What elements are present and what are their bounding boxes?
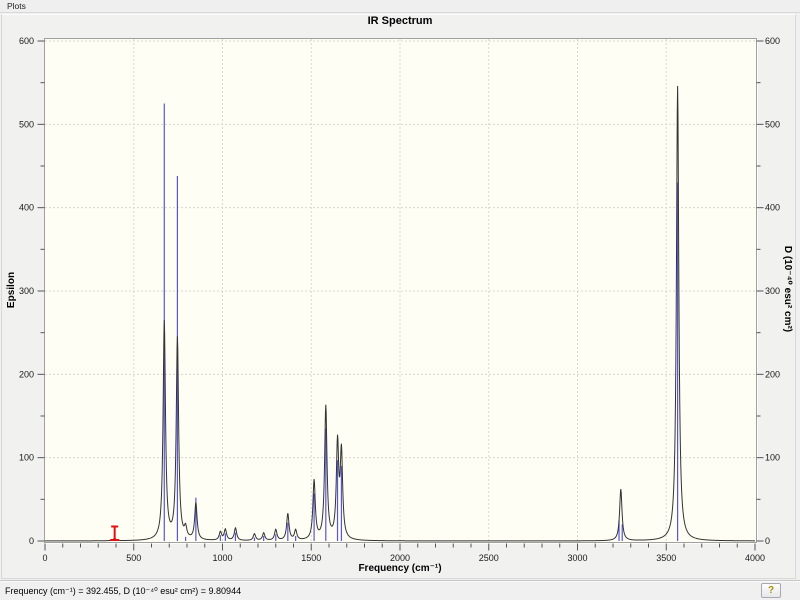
- svg-text:300: 300: [765, 286, 780, 296]
- svg-text:200: 200: [765, 369, 780, 379]
- spectrum-plot[interactable]: 0 500 1000 1500 2000 2500 3000 3500 400001002003…: [0, 0, 800, 600]
- svg-text:3500: 3500: [656, 553, 676, 563]
- svg-text:500: 500: [19, 119, 34, 129]
- x-axis-ticks: 0 500 1000 1500 2000 2500 3000 3500 4000: [42, 543, 765, 563]
- svg-text:3000: 3000: [567, 553, 587, 563]
- x-axis-title: Frequency (cm⁻¹): [358, 563, 442, 574]
- svg-text:100: 100: [765, 453, 780, 463]
- svg-text:600: 600: [19, 36, 34, 46]
- svg-text:2500: 2500: [479, 553, 499, 563]
- svg-text:300: 300: [19, 286, 34, 296]
- svg-text:400: 400: [765, 203, 780, 213]
- svg-text:200: 200: [19, 369, 34, 379]
- y-axis-right-ticks: 0 100 200 300 400 500 600: [756, 36, 780, 546]
- svg-text:100: 100: [19, 453, 34, 463]
- y-axis-left-ticks: 0 100 200 300 400 500 600: [19, 36, 45, 546]
- svg-text:500: 500: [126, 553, 141, 563]
- svg-text:1500: 1500: [301, 553, 321, 563]
- svg-text:2000: 2000: [390, 553, 410, 563]
- svg-text:0: 0: [42, 553, 47, 563]
- svg-text:4000: 4000: [745, 553, 765, 563]
- svg-text:600: 600: [765, 36, 780, 46]
- svg-text:0: 0: [765, 536, 770, 546]
- svg-text:400: 400: [19, 203, 34, 213]
- y-axis-left-title: Epsilon: [6, 271, 17, 309]
- svg-text:0: 0: [29, 536, 34, 546]
- svg-text:500: 500: [765, 119, 780, 129]
- chart-title: IR Spectrum: [367, 15, 433, 27]
- y-axis-right-title: D (10⁻⁴⁰ esu² cm²): [782, 245, 793, 333]
- svg-text:1000: 1000: [212, 553, 232, 563]
